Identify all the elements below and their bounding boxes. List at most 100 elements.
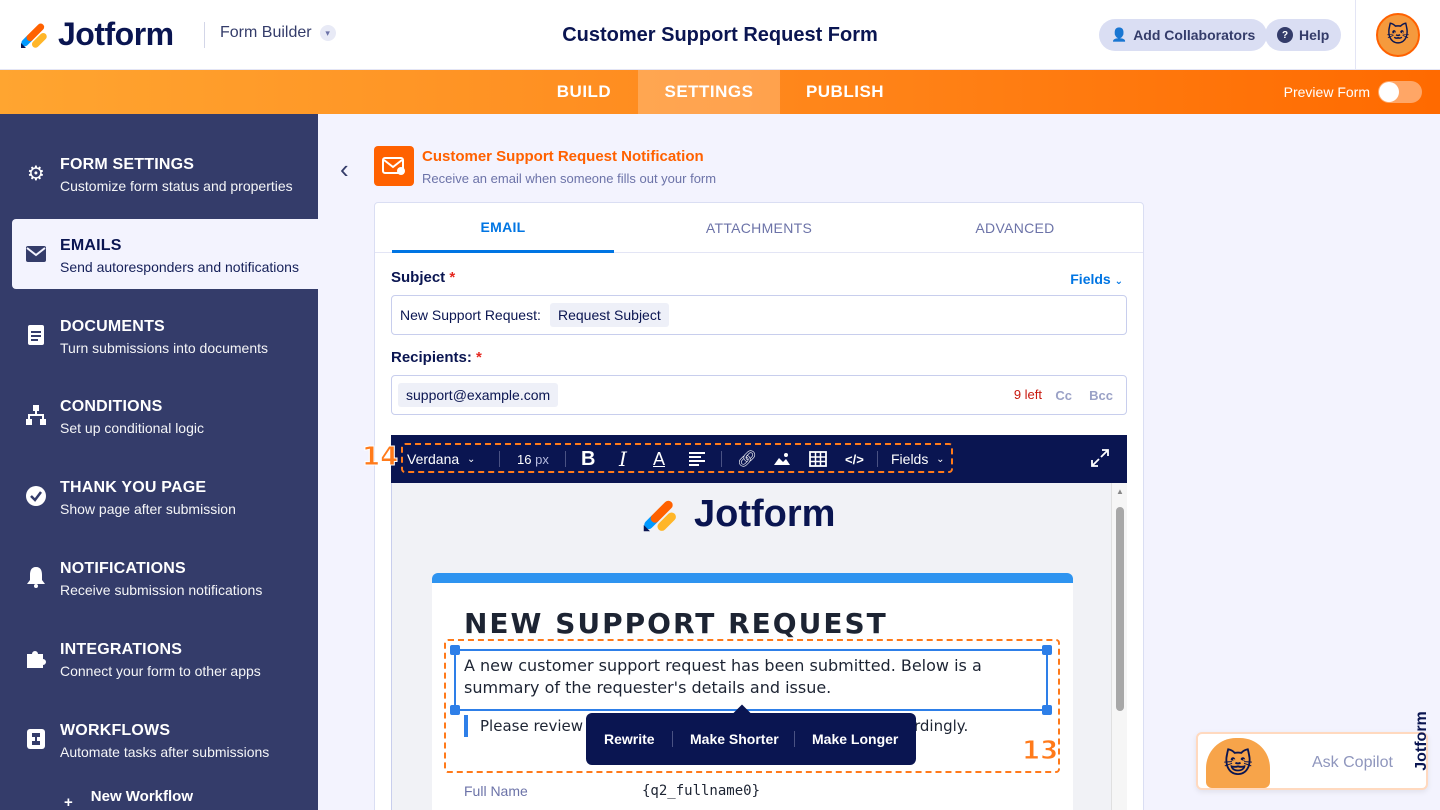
recipients-label: Recipients: * (391, 349, 482, 366)
jotform-logo-icon (643, 500, 676, 531)
document-icon (24, 323, 48, 347)
toolbar-highlight (401, 443, 953, 473)
rewrite-button[interactable]: Rewrite (604, 713, 655, 765)
text-color-icon[interactable]: A (653, 435, 665, 483)
sidebar-item-notifications[interactable]: NOTIFICATIONS Receive submission notific… (0, 542, 318, 612)
logo-text: Jotform (58, 16, 174, 52)
ai-rewrite-menu: Rewrite Make Shorter Make Longer (586, 704, 916, 765)
link-icon[interactable]: 🔗︎ (737, 435, 757, 483)
add-collaborators-button[interactable]: 👤 Add Collaborators (1099, 19, 1268, 51)
sidebar-item-conditions[interactable]: CONDITIONS Set up conditional logic (0, 380, 318, 450)
email-heading[interactable]: NEW SUPPORT REQUEST (464, 607, 888, 640)
form-builder-dropdown[interactable]: Form Builder ▾ (220, 24, 336, 42)
expand-icon[interactable] (1091, 449, 1109, 472)
toolbar-separator (721, 451, 722, 467)
editor-scrollbar[interactable]: ▲ (1111, 483, 1127, 810)
resize-handle[interactable] (450, 705, 460, 715)
font-family-dropdown[interactable]: Verdana ⌄ (407, 435, 475, 483)
resize-handle[interactable] (1042, 645, 1052, 655)
sidebar-item-title: INTEGRATIONS (60, 641, 183, 658)
annotation-13: 13 (1021, 736, 1059, 767)
cc-button[interactable]: Cc (1055, 388, 1072, 403)
preview-form-toggle[interactable]: Preview Form (1284, 81, 1422, 103)
font-family-label: Verdana (407, 451, 460, 467)
field-chip[interactable]: Request Subject (550, 303, 669, 327)
recipients-left-count: 9 left (1013, 387, 1042, 402)
sidebar-item-form-settings[interactable]: ⚙ FORM SETTINGS Customize form status an… (0, 138, 318, 208)
email-logo-text: Jotform (694, 493, 836, 535)
subject-fields-dropdown[interactable]: Fields ⌄ (1070, 271, 1123, 287)
sidebar-item-subtitle: Turn submissions into documents (60, 340, 269, 356)
email-paragraph[interactable]: A new customer support request has been … (464, 655, 1024, 699)
sidebar-item-documents[interactable]: DOCUMENTS Turn submissions into document… (0, 300, 318, 370)
recipient-chip[interactable]: support@example.com (398, 383, 559, 407)
toolbar-separator (565, 451, 566, 467)
sidebar-item-integrations[interactable]: INTEGRATIONS Connect your form to other … (0, 623, 318, 693)
new-workflow-button[interactable]: + New Workflow (64, 788, 193, 810)
table-icon[interactable] (809, 435, 827, 483)
notification-subtitle: Receive an email when someone fills out … (422, 171, 717, 186)
align-icon[interactable] (689, 435, 705, 483)
resize-handle[interactable] (1042, 705, 1052, 715)
gear-icon: ⚙ (27, 162, 45, 185)
scroll-up-icon[interactable]: ▲ (1116, 487, 1124, 496)
fields-dropdown[interactable]: Fields ⌄ (891, 435, 945, 483)
avatar[interactable]: 🐱 (1376, 13, 1420, 57)
tab-email[interactable]: EMAIL (392, 203, 614, 253)
tab-publish[interactable]: PUBLISH (780, 70, 910, 114)
sidebar-item-subtitle: Automate tasks after submissions (60, 744, 270, 760)
toggle-knob (1379, 82, 1399, 102)
make-longer-button[interactable]: Make Longer (812, 713, 898, 765)
toggle-switch[interactable] (1378, 81, 1422, 103)
tab-advanced[interactable]: ADVANCED (904, 203, 1126, 253)
hierarchy-icon (24, 403, 48, 427)
new-workflow-label: New Workflow (90, 788, 193, 805)
image-icon[interactable] (773, 435, 791, 483)
code-icon[interactable]: </> (845, 435, 864, 483)
quote-text[interactable]: Please review (480, 717, 583, 735)
tab-build[interactable]: BUILD (530, 70, 638, 114)
jotform-vertical-logo: Jotform (1410, 694, 1434, 788)
chevron-down-icon: ⌄ (936, 453, 945, 465)
bold-icon[interactable]: B (581, 435, 595, 483)
sidebar-item-subtitle: Connect your form to other apps (60, 663, 261, 679)
settings-sidebar: ⚙ FORM SETTINGS Customize form status an… (0, 114, 318, 810)
annotation-14: 14 (361, 442, 399, 473)
menu-separator (672, 731, 673, 747)
font-size-unit: px (535, 451, 549, 467)
scroll-thumb[interactable] (1116, 507, 1124, 711)
font-size-input[interactable]: 16 px (517, 435, 549, 483)
make-shorter-button[interactable]: Make Shorter (690, 713, 779, 765)
jotform-logo-icon (21, 23, 47, 48)
subject-input[interactable]: New Support Request: Request Subject (391, 295, 1127, 335)
quote-text-end[interactable]: rdingly. (914, 717, 968, 735)
sidebar-item-title: NOTIFICATIONS (60, 560, 186, 577)
tab-attachments[interactable]: ATTACHMENTS (648, 203, 870, 253)
required-asterisk: * (449, 269, 456, 286)
chevron-down-icon: ▾ (319, 25, 336, 41)
resize-handle[interactable] (450, 645, 460, 655)
help-button[interactable]: ? Help (1265, 19, 1342, 51)
full-name-value[interactable]: {q2_fullname0} (642, 783, 760, 799)
menu-separator (794, 731, 795, 747)
bcc-button[interactable]: Bcc (1089, 388, 1113, 403)
back-arrow-icon[interactable]: ‹ (340, 154, 349, 185)
bell-icon (24, 565, 48, 589)
toolbar-separator (877, 451, 878, 467)
email-editor[interactable]: Jotform NEW SUPPORT REQUEST A new custom… (391, 483, 1127, 810)
sidebar-item-emails[interactable]: EMAILS Send autoresponders and notificat… (12, 219, 318, 289)
divider (204, 22, 205, 48)
sidebar-item-thank-you-page[interactable]: THANK YOU PAGE Show page after submissio… (0, 461, 318, 531)
chevron-down-icon: ⌄ (1114, 276, 1123, 287)
sidebar-item-workflows[interactable]: WORKFLOWS Automate tasks after submissio… (0, 704, 318, 774)
italic-icon[interactable]: I (619, 435, 627, 483)
sidebar-item-subtitle: Show page after submission (60, 501, 236, 517)
tab-settings[interactable]: SETTINGS (638, 70, 780, 114)
ask-copilot-button[interactable]: 😺 Ask Copilot (1196, 732, 1428, 790)
sidebar-item-subtitle: Customize form status and properties (60, 178, 293, 194)
form-title[interactable]: Customer Support Request Form (562, 24, 878, 46)
recipients-input[interactable]: support@example.com 9 left Cc Bcc (391, 375, 1127, 415)
sidebar-item-title: FORM SETTINGS (60, 156, 195, 173)
jotform-logo[interactable]: Jotform (18, 16, 174, 53)
workflow-icon (24, 727, 48, 751)
